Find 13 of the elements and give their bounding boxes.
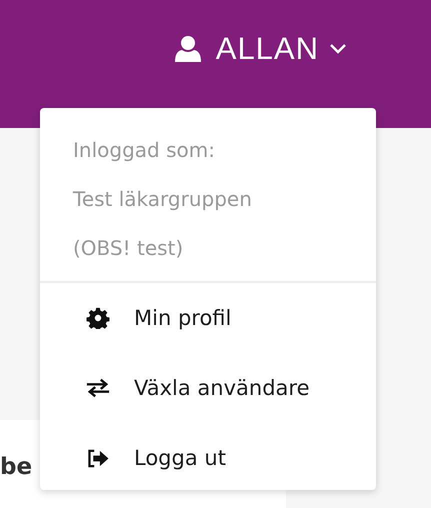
menu-item[interactable]: Min profil — [40, 283, 376, 353]
user-icon — [174, 35, 202, 63]
heading-text: be — [0, 454, 32, 480]
account-info-text: Test läkargruppen — [73, 186, 253, 213]
swap-arrows-icon — [86, 378, 110, 398]
account-info-text: Inloggad som: — [73, 137, 216, 164]
menu-item[interactable]: Växla användare — [40, 353, 376, 423]
logout-icon — [86, 448, 110, 468]
menu-item[interactable]: Logga ut — [40, 423, 376, 493]
account-info-text: (OBS! test) — [73, 235, 184, 262]
settings-icon — [86, 307, 110, 329]
user-menu-button[interactable]: ALLAN — [174, 31, 347, 67]
caret-icon — [329, 43, 347, 55]
